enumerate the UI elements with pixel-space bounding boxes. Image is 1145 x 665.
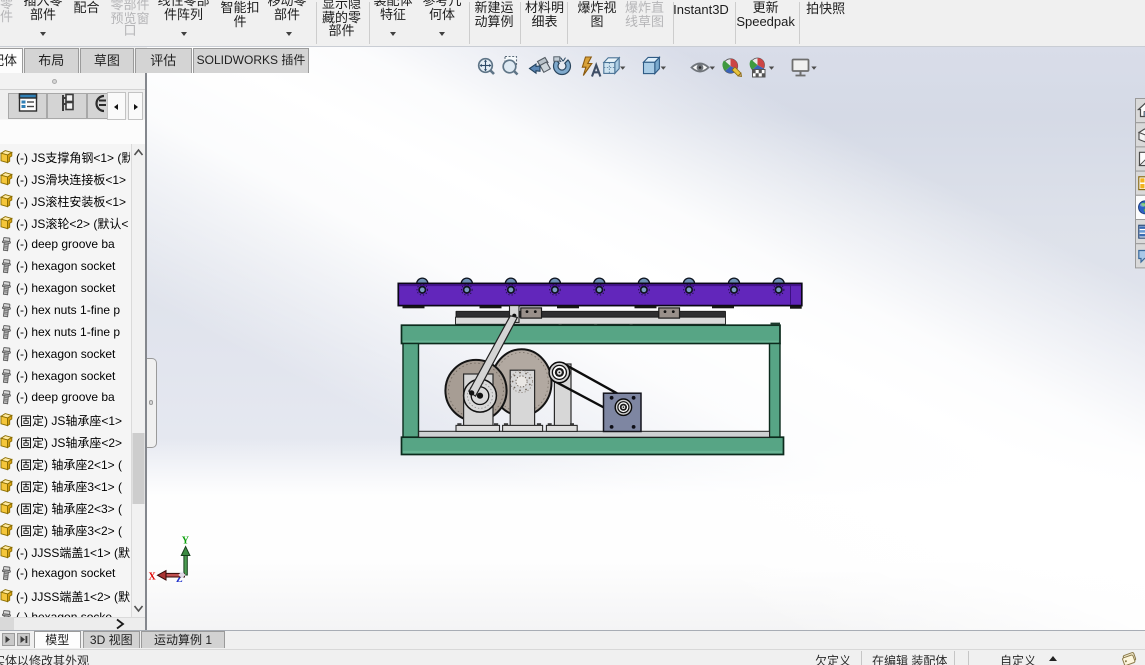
svg-text:Y: Y bbox=[182, 536, 190, 547]
svg-text:X: X bbox=[149, 572, 157, 583]
